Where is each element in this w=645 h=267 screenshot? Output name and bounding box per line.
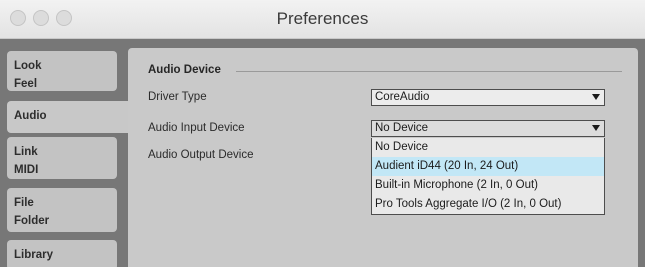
driver-type-label: Driver Type <box>148 91 207 103</box>
audio-input-device-label: Audio Input Device <box>148 122 245 134</box>
preferences-window: Preferences Look Feel Audio Link MIDI Fi… <box>0 0 645 267</box>
driver-type-dropdown[interactable]: CoreAudio <box>371 89 605 106</box>
chevron-down-icon <box>592 125 600 131</box>
audio-input-device-menu: No Device Audient iD44 (20 In, 24 Out) B… <box>371 138 605 215</box>
tab-label-line: Library <box>14 249 53 261</box>
audio-preferences-panel: Audio Device Driver Type CoreAudio Audio… <box>128 48 638 267</box>
driver-type-value: CoreAudio <box>375 91 430 103</box>
tab-label-line: Link <box>14 146 38 158</box>
tab-library[interactable]: Library <box>7 240 117 267</box>
tab-label-line: File <box>14 197 34 209</box>
menu-item-audient-id44[interactable]: Audient iD44 (20 In, 24 Out) <box>372 157 604 176</box>
window-title: Preferences <box>276 9 369 28</box>
audio-input-device-dropdown[interactable]: No Device <box>371 120 605 137</box>
audio-input-device-value: No Device <box>375 122 429 134</box>
section-divider <box>236 71 622 72</box>
menu-item-no-device[interactable]: No Device <box>372 138 604 157</box>
tab-label-line: Audio <box>14 110 47 122</box>
tab-label-line: MIDI <box>14 164 39 176</box>
tab-link-midi[interactable]: Link MIDI <box>7 137 117 179</box>
menu-item-pro-tools-aggregate[interactable]: Pro Tools Aggregate I/O (2 In, 0 Out) <box>372 195 604 214</box>
tab-look-feel[interactable]: Look Feel <box>7 51 117 91</box>
menu-item-built-in-microphone[interactable]: Built-in Microphone (2 In, 0 Out) <box>372 176 604 195</box>
tab-audio[interactable]: Audio <box>7 101 129 133</box>
title-bar[interactable]: Preferences <box>0 0 645 39</box>
tab-label-line: Folder <box>14 215 50 227</box>
tab-label-line: Look <box>14 60 42 72</box>
section-title: Audio Device <box>148 64 221 76</box>
tab-label-line: Feel <box>14 78 38 90</box>
tab-file-folder[interactable]: File Folder <box>7 188 117 232</box>
chevron-down-icon <box>592 94 600 100</box>
audio-output-device-label: Audio Output Device <box>148 149 254 161</box>
